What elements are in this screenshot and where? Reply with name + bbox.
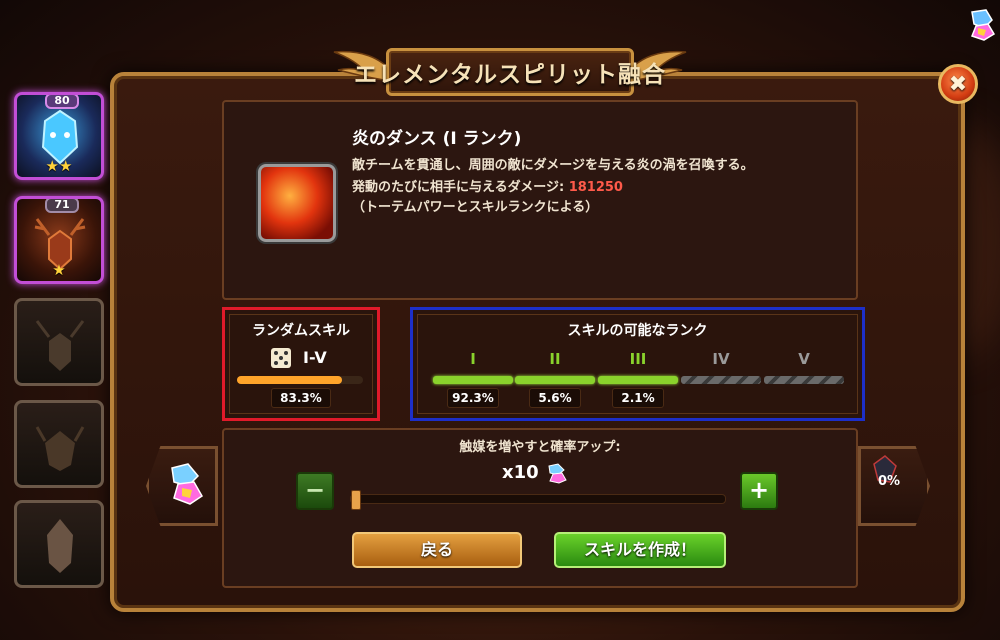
catalyst-bonus-percent: 0% bbox=[878, 474, 901, 489]
rank-percent-2: 5.6% bbox=[529, 388, 581, 408]
random-skill-box: ランダムスキル I-V 83.3% bbox=[222, 307, 380, 421]
rank-label-4: IV bbox=[712, 350, 730, 368]
spirit-totem-icon bbox=[47, 519, 73, 573]
create-skill-button[interactable]: スキルを作成！ bbox=[554, 532, 726, 568]
hero-level-badge: 71 bbox=[45, 199, 79, 213]
rank-bar-1 bbox=[433, 376, 513, 384]
increase-catalyst-button[interactable]: + bbox=[740, 472, 778, 510]
random-skill-bar bbox=[237, 376, 363, 384]
random-skill-title: ランダムスキル bbox=[252, 323, 350, 339]
rank-label-1: I bbox=[470, 350, 476, 368]
hero-stars: ★★ bbox=[45, 157, 73, 175]
skill-rank-box: スキルの可能なランク I 92.3% II 5.6% III 2.1% IV V bbox=[410, 307, 865, 421]
decrease-catalyst-button[interactable]: − bbox=[296, 472, 334, 510]
rank-label-2: II bbox=[549, 350, 561, 368]
rank-box-title: スキルの可能なランク bbox=[567, 323, 708, 339]
hero-slot-locked[interactable] bbox=[14, 298, 104, 386]
fire-skill-icon bbox=[258, 164, 336, 242]
hero-slot[interactable]: 71 ★ bbox=[14, 196, 104, 284]
skill-name: 炎のダンス (I ランク) bbox=[352, 129, 522, 149]
random-skill-range: I-V bbox=[303, 348, 327, 367]
title-box: エレメンタルスピリット融合 bbox=[354, 48, 665, 96]
catalyst-gem-icon[interactable] bbox=[966, 8, 996, 42]
skill-damage-line: 発動のたびに相手に与えるダメージ: 181250 bbox=[352, 176, 623, 195]
random-skill-bar-fill bbox=[237, 376, 342, 384]
rank-label-5: V bbox=[798, 350, 810, 368]
rank-bar-5 bbox=[764, 376, 844, 384]
catalyst-gem-icon bbox=[548, 463, 567, 484]
damage-value: 181250 bbox=[568, 180, 623, 195]
dice-icon bbox=[271, 348, 291, 368]
rank-bar-2 bbox=[515, 376, 595, 384]
rank-bar-4 bbox=[681, 376, 761, 384]
hero-slot-locked[interactable] bbox=[14, 500, 104, 588]
antler-totem-icon bbox=[35, 320, 85, 371]
rank-percent-3: 2.1% bbox=[612, 388, 664, 408]
damage-label: 発動のたびに相手に与えるダメージ: bbox=[352, 180, 569, 195]
catalyst-label: 触媒を増やすと確率アップ: bbox=[459, 440, 621, 455]
title-plate: エレメンタルスピリット融合 bbox=[330, 40, 690, 104]
catalyst-count: x10 bbox=[502, 462, 539, 483]
page-title: エレメンタルスピリット融合 bbox=[354, 62, 666, 88]
hero-level-badge: 80 bbox=[45, 95, 79, 109]
rank-bar-3 bbox=[598, 376, 678, 384]
random-skill-percent: 83.3% bbox=[271, 388, 331, 408]
hero-slot[interactable]: 80 ★★ bbox=[14, 92, 104, 180]
skill-description: 敵チームを貫通し、周囲の敵にダメージを与える炎の渦を召喚する。 bbox=[352, 158, 754, 173]
close-button[interactable]: ✖ bbox=[938, 64, 978, 104]
beast-totem-icon bbox=[35, 426, 85, 471]
rank-percent-1: 92.3% bbox=[447, 388, 499, 408]
hero-slot-locked[interactable] bbox=[14, 400, 104, 488]
skill-note: （トーテムパワーとスキルランクによる） bbox=[352, 200, 599, 215]
catalyst-slider-knob[interactable] bbox=[351, 490, 361, 510]
catalyst-gem-icon bbox=[171, 463, 203, 505]
rank-label-3: III bbox=[629, 350, 647, 368]
catalyst-slider[interactable] bbox=[350, 490, 726, 510]
back-button[interactable]: 戻る bbox=[352, 532, 522, 568]
hero-stars: ★ bbox=[52, 261, 66, 279]
